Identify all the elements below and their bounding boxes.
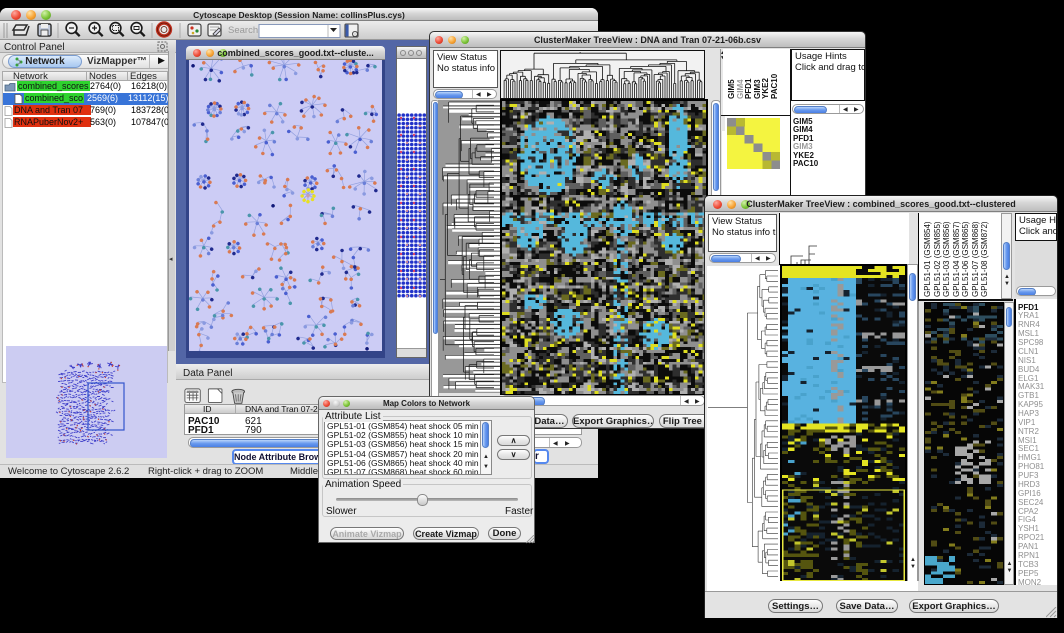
svg-text:Search:: Search: bbox=[228, 25, 261, 36]
